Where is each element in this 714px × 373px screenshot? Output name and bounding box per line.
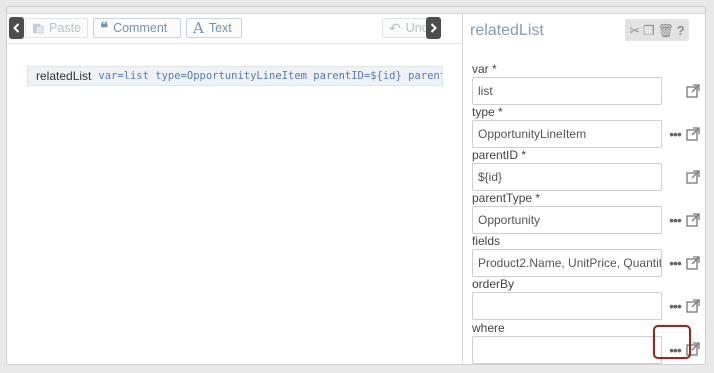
editor-pane: Paste ❝ Comment A Text ↶ Undo relatedLis… <box>7 14 463 364</box>
undo-icon: ↶ <box>389 20 401 36</box>
collapse-left-button[interactable] <box>9 17 24 39</box>
where-input[interactable] <box>472 336 662 364</box>
quote-icon: ❝ <box>100 18 109 37</box>
var-input[interactable]: list <box>472 77 662 105</box>
help-icon[interactable]: ? <box>677 24 685 37</box>
parenttype-input[interactable]: Opportunity <box>472 206 662 234</box>
external-link-icon[interactable] <box>686 170 700 184</box>
copy-icon[interactable]: ❐ <box>643 24 655 37</box>
component-line[interactable]: relatedList var=list type=OpportunityLin… <box>27 66 443 86</box>
chevron-left-icon <box>13 23 20 33</box>
app-canvas: Paste ❝ Comment A Text ↶ Undo relatedLis… <box>6 6 706 365</box>
more-options-icon[interactable]: ••• <box>669 213 682 227</box>
paste-label: Paste <box>49 21 81 35</box>
field-label-where: where <box>472 321 505 335</box>
paste-button[interactable]: Paste <box>25 18 88 38</box>
more-options-icon[interactable]: ••• <box>669 299 682 313</box>
panel-title: relatedList <box>470 22 544 39</box>
text-icon: A <box>193 18 204 37</box>
fields-input[interactable]: Product2.Name, UnitPrice, Quantity <box>472 249 662 277</box>
text-label: Text <box>208 21 232 35</box>
field-label-fields: fields <box>472 234 501 248</box>
collapse-right-button[interactable] <box>426 17 441 39</box>
field-label-parenttype: parentType * <box>472 191 541 205</box>
component-attributes: var=list type=OpportunityLineItem parent… <box>98 70 443 82</box>
comment-label: Comment <box>113 21 168 35</box>
panel-actions: ✂ ❐ 🗑 ? <box>625 19 689 41</box>
external-link-icon[interactable] <box>686 213 700 227</box>
window-frame: Paste ❝ Comment A Text ↶ Undo relatedLis… <box>0 0 714 373</box>
callout-highlight-box <box>653 325 691 359</box>
comment-button[interactable]: ❝ Comment <box>93 18 181 38</box>
field-label-type: type * <box>472 105 503 119</box>
chevron-right-icon <box>430 23 437 33</box>
paste-icon <box>32 23 44 34</box>
field-label-parentid: parentID * <box>472 148 527 162</box>
editor-toolbar: Paste ❝ Comment A Text ↶ Undo <box>7 14 463 44</box>
text-button[interactable]: A Text <box>186 18 242 38</box>
trash-icon[interactable]: 🗑 <box>657 24 674 37</box>
field-label-var: var * <box>472 62 497 76</box>
top-strip <box>7 7 705 14</box>
external-link-icon[interactable] <box>686 256 700 270</box>
component-tag: relatedList <box>36 69 92 83</box>
more-options-icon[interactable]: ••• <box>669 127 682 141</box>
more-options-icon[interactable]: ••• <box>669 256 682 270</box>
external-link-icon[interactable] <box>686 299 700 313</box>
cut-icon[interactable]: ✂ <box>629 24 640 37</box>
type-input[interactable]: OpportunityLineItem <box>472 120 662 148</box>
external-link-icon[interactable] <box>686 127 700 141</box>
orderby-input[interactable] <box>472 292 662 320</box>
external-link-icon[interactable] <box>686 84 700 98</box>
properties-panel: relatedList ✂ ❐ 🗑 ? var * list type * Op… <box>463 14 705 364</box>
parentid-input[interactable]: ${id} <box>472 163 662 191</box>
field-label-orderby: orderBy <box>472 277 515 291</box>
